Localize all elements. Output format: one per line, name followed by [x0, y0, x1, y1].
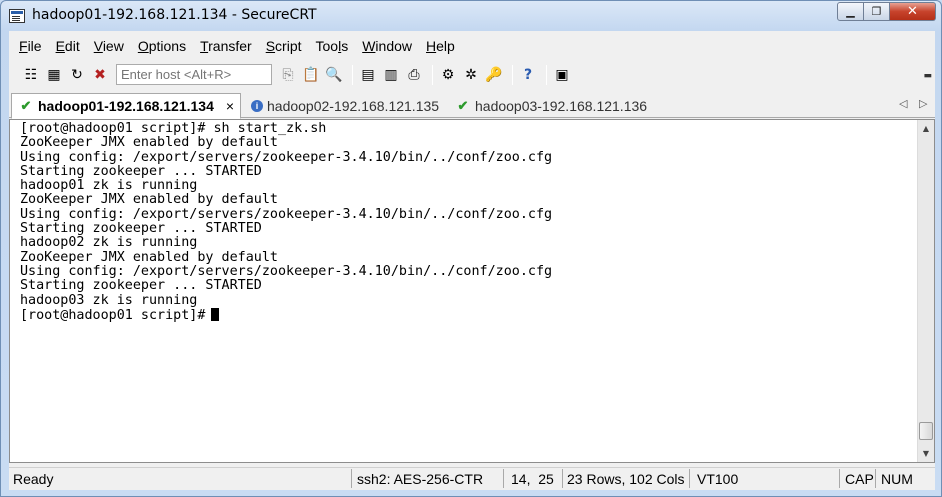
- title-bar[interactable]: hadoop01-192.168.121.134 - SecureCRT ▁ ❐…: [1, 1, 941, 31]
- terminal-pane[interactable]: [root@hadoop01 script]# sh start_zk.sh Zo…: [9, 119, 935, 463]
- status-divider: [562, 469, 563, 488]
- menu-bar: File Edit View Options Transfer Script Tools Wi…: [9, 34, 469, 58]
- status-protocol: ssh2: AES-256-CTR: [357, 471, 484, 487]
- tab-label: hadoop02-192.168.121.135: [267, 98, 440, 114]
- terminal-line: Using config: /export/servers/zookeeper-…: [20, 149, 553, 165]
- quick-connect-icon[interactable]: ▦: [44, 65, 64, 85]
- toolbar-separator: [512, 64, 513, 85]
- reconnect-icon[interactable]: ↻: [67, 65, 87, 85]
- session-tabs: ✔ hadoop01-192.168.121.134 × i hadoop02-…: [9, 91, 935, 119]
- menu-script[interactable]: Script: [266, 38, 302, 54]
- menu-help[interactable]: Help: [426, 38, 455, 54]
- toolbar-separator: [546, 64, 547, 85]
- tab-hadoop01[interactable]: ✔ hadoop01-192.168.121.134 ×: [11, 93, 242, 119]
- find-icon[interactable]: 🔍: [324, 65, 344, 85]
- terminal-line: Starting zookeeper ... STARTED: [20, 163, 262, 179]
- status-ready: Ready: [13, 471, 54, 487]
- menu-file[interactable]: File: [19, 38, 42, 54]
- client-area: File Edit View Options Transfer Script Tools Wi…: [9, 31, 935, 490]
- window-title: hadoop01-192.168.121.134 - SecureCRT: [32, 7, 317, 23]
- app-icon: [9, 9, 25, 23]
- status-caps: CAP: [845, 471, 874, 487]
- securecrt-window: hadoop01-192.168.121.134 - SecureCRT ▁ ❐…: [0, 0, 942, 497]
- status-divider: [351, 469, 352, 488]
- terminal-line: Starting zookeeper ... STARTED: [20, 221, 262, 237]
- connect-icon[interactable]: ☷: [21, 65, 41, 85]
- terminal-line: Starting zookeeper ... STARTED: [20, 278, 262, 294]
- status-cursor-position: 14, 25: [511, 471, 554, 487]
- status-divider: [689, 469, 690, 488]
- check-icon: ✔: [457, 98, 469, 113]
- terminal-line: hadoop02 zk is running: [20, 235, 198, 251]
- info-icon: i: [251, 100, 263, 112]
- scroll-down-icon[interactable]: ▼: [918, 445, 934, 462]
- tab-scroll-left-icon[interactable]: ◁: [899, 97, 907, 110]
- tab-label: hadoop01-192.168.121.134: [38, 98, 214, 114]
- terminal-cursor: [211, 307, 220, 321]
- close-tab-icon[interactable]: ×: [226, 98, 234, 114]
- toolbar-chevron-icon[interactable]: ▬: [923, 71, 932, 81]
- tab-label: hadoop03-192.168.121.136: [475, 98, 648, 114]
- disconnect-icon[interactable]: ✖: [90, 65, 110, 85]
- toolbar-separator: [352, 64, 353, 85]
- terminal-line: hadoop01 zk is running: [20, 178, 198, 194]
- scrollbar-thumb[interactable]: [919, 422, 933, 440]
- tab-hadoop02[interactable]: i hadoop02-192.168.121.135: [245, 93, 445, 119]
- status-num: NUM: [881, 471, 913, 487]
- sftp-icon[interactable]: ▣: [552, 65, 572, 85]
- close-window-button[interactable]: ✕: [890, 2, 936, 21]
- vertical-scrollbar[interactable]: ▲ ▼: [917, 120, 934, 462]
- tab-scroll-right-icon[interactable]: ▷: [919, 97, 927, 110]
- terminal-line: ZooKeeper JMX enabled by default: [20, 249, 278, 265]
- terminal-line: ZooKeeper JMX enabled by default: [20, 192, 278, 208]
- minimize-button[interactable]: ▁: [837, 2, 864, 21]
- print-setup-icon[interactable]: ▤: [358, 65, 378, 85]
- global-options-icon[interactable]: ✲: [461, 65, 481, 85]
- paste-icon[interactable]: 📋: [301, 65, 321, 85]
- menu-view[interactable]: View: [94, 38, 124, 54]
- menu-tools[interactable]: Tools: [316, 38, 349, 54]
- status-emulation: VT100: [697, 471, 739, 487]
- help-icon[interactable]: ?: [518, 65, 538, 85]
- scroll-up-icon[interactable]: ▲: [918, 120, 934, 137]
- terminal-prompt: [root@hadoop01 script]#: [20, 307, 206, 323]
- window-controls: ▁ ❐ ✕: [837, 2, 936, 21]
- menu-edit[interactable]: Edit: [56, 38, 80, 54]
- menu-transfer[interactable]: Transfer: [200, 38, 252, 54]
- status-terminal-size: 23 Rows, 102 Cols: [567, 471, 685, 487]
- terminal-prompt-line: [root@hadoop01 script]#: [20, 307, 552, 323]
- terminal-output: [root@hadoop01 script]# sh start_zk.sh Zo…: [20, 121, 553, 323]
- status-bar: Ready ssh2: AES-256-CTR 14, 25 23 Rows, …: [9, 467, 935, 489]
- print-screen-icon[interactable]: ▥: [381, 65, 401, 85]
- status-divider: [839, 469, 840, 488]
- toolbar: ☷ ▦ ↻ ✖ ⎘ 📋 🔍 ▤ ▥ ⎙ ⚙ ✲ 🔑 ? ▣ ▬: [9, 61, 935, 88]
- menu-window[interactable]: Window: [362, 38, 412, 54]
- terminal-line: hadoop03 zk is running: [20, 292, 198, 308]
- keymap-icon[interactable]: 🔑: [484, 65, 504, 85]
- status-divider: [503, 469, 504, 488]
- terminal-line: [root@hadoop01 script]# sh start_zk.sh: [20, 121, 327, 136]
- menu-options[interactable]: Options: [138, 38, 186, 54]
- terminal-line: Using config: /export/servers/zookeeper-…: [20, 206, 553, 222]
- maximize-button[interactable]: ❐: [864, 2, 890, 21]
- toolbar-separator: [432, 64, 433, 85]
- copy-icon[interactable]: ⎘: [278, 65, 298, 85]
- session-options-icon[interactable]: ⚙: [438, 65, 458, 85]
- terminal-line: Using config: /export/servers/zookeeper-…: [20, 263, 553, 279]
- status-divider: [875, 469, 876, 488]
- terminal-line: ZooKeeper JMX enabled by default: [20, 135, 278, 151]
- tab-hadoop03[interactable]: ✔ hadoop03-192.168.121.136: [449, 93, 653, 119]
- host-input[interactable]: [116, 64, 272, 85]
- check-icon: ✔: [20, 98, 32, 113]
- print-icon[interactable]: ⎙: [404, 65, 424, 85]
